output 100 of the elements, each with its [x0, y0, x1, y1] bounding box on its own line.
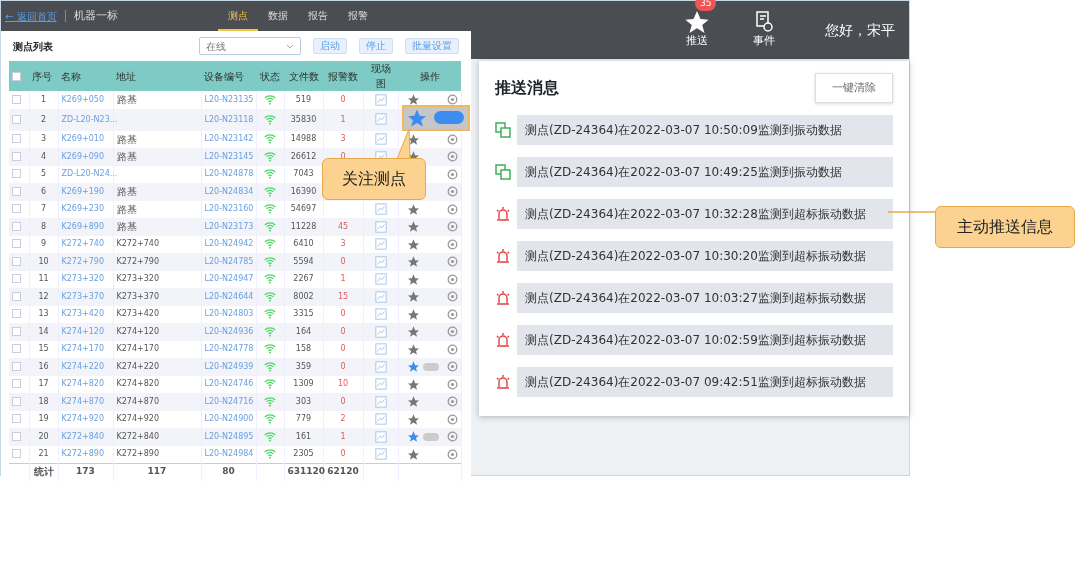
point-name-link[interactable]: K273+320: [61, 274, 104, 284]
device-id-link[interactable]: L20-N24878: [204, 169, 254, 179]
star-icon[interactable]: [407, 108, 426, 127]
settings-icon[interactable]: [446, 238, 458, 250]
row-checkbox[interactable]: [12, 309, 21, 319]
point-name-link[interactable]: K269+890: [61, 221, 104, 231]
back-link[interactable]: ← 返回首页: [5, 8, 57, 24]
image-icon[interactable]: [374, 325, 387, 338]
star-icon[interactable]: [407, 291, 419, 303]
point-name-link[interactable]: ZD-L20-N24...: [61, 169, 118, 179]
row-checkbox[interactable]: [12, 344, 21, 354]
star-icon[interactable]: [407, 343, 419, 355]
star-icon[interactable]: [407, 361, 419, 373]
nav-tab[interactable]: 测点: [217, 1, 258, 31]
device-id-link[interactable]: L20-N24936: [204, 326, 254, 336]
toolbar-button[interactable]: 批量设置: [405, 38, 459, 54]
image-icon[interactable]: [374, 308, 387, 320]
device-id-link[interactable]: L20-N24785: [204, 256, 254, 266]
image-icon[interactable]: [374, 220, 387, 233]
settings-icon[interactable]: [446, 308, 458, 320]
star-icon[interactable]: [407, 94, 419, 106]
toolbar-button[interactable]: 停止: [359, 38, 393, 54]
image-icon[interactable]: [374, 343, 387, 355]
row-checkbox[interactable]: [12, 221, 21, 231]
device-id-link[interactable]: L20-N23118: [204, 114, 254, 124]
push-message[interactable]: 测点(ZD-24364)在2022-03-07 10:50:09监测到振动数据: [517, 115, 893, 145]
settings-icon[interactable]: [446, 133, 458, 145]
point-name-link[interactable]: K274+220: [61, 361, 104, 371]
image-icon[interactable]: [374, 203, 387, 215]
point-name-link[interactable]: K273+420: [61, 309, 104, 319]
image-icon[interactable]: [374, 360, 387, 373]
toggle-switch[interactable]: [422, 362, 439, 371]
row-checkbox[interactable]: [12, 239, 21, 249]
point-name-link[interactable]: K274+820: [61, 379, 104, 389]
settings-icon[interactable]: [446, 413, 458, 425]
nav-tab[interactable]: 报告: [297, 1, 338, 31]
device-id-link[interactable]: L20-N24942: [204, 239, 254, 249]
nav-tab[interactable]: 数据: [257, 1, 298, 31]
push-message[interactable]: 测点(ZD-24364)在2022-03-07 10:49:25监测到振动数据: [517, 157, 893, 187]
settings-icon[interactable]: [446, 361, 458, 373]
row-checkbox[interactable]: [12, 274, 21, 284]
push-message[interactable]: 测点(ZD-24364)在2022-03-07 10:30:20监测到超标振动数据: [517, 241, 893, 271]
point-name-link[interactable]: ZD-L20-N23...: [61, 114, 118, 124]
toggle-switch[interactable]: [433, 111, 464, 124]
device-id-link[interactable]: L20-N23142: [204, 134, 254, 144]
clear-all-button[interactable]: 一键清除: [815, 73, 893, 103]
row-checkbox[interactable]: [12, 204, 21, 214]
topbar-action[interactable]: 推送: [679, 9, 715, 51]
image-icon[interactable]: [374, 273, 387, 285]
toolbar-button[interactable]: 启动: [313, 38, 347, 54]
image-icon[interactable]: [374, 413, 387, 425]
star-icon[interactable]: [407, 256, 419, 268]
filter-select[interactable]: 在线: [199, 37, 301, 55]
point-name-link[interactable]: K269+230: [61, 204, 104, 214]
device-id-link[interactable]: L20-N24746: [204, 379, 254, 389]
star-icon[interactable]: [407, 203, 419, 215]
row-checkbox[interactable]: [12, 379, 21, 389]
point-name-link[interactable]: K273+370: [61, 291, 104, 301]
settings-icon[interactable]: [446, 151, 458, 163]
push-message[interactable]: 测点(ZD-24364)在2022-03-07 10:03:27监测到超标振动数据: [517, 283, 893, 313]
image-icon[interactable]: [374, 113, 387, 126]
device-id-link[interactable]: L20-N24939: [204, 361, 254, 371]
device-id-link[interactable]: L20-N24716: [204, 396, 254, 406]
topbar-action[interactable]: 事件: [747, 9, 781, 51]
point-name-link[interactable]: K269+050: [61, 94, 104, 104]
star-icon[interactable]: [407, 133, 419, 145]
image-icon[interactable]: [374, 290, 387, 303]
row-checkbox[interactable]: [12, 114, 21, 124]
toggle-switch[interactable]: [422, 432, 439, 441]
image-icon[interactable]: [374, 133, 387, 145]
select-all-checkbox[interactable]: [12, 72, 21, 81]
device-id-link[interactable]: L20-N24895: [204, 431, 254, 441]
star-icon[interactable]: [407, 326, 419, 338]
image-icon[interactable]: [374, 93, 387, 106]
row-checkbox[interactable]: [12, 291, 21, 301]
push-message[interactable]: 测点(ZD-24364)在2022-03-07 09:42:51监测到超标振动数据: [517, 367, 893, 397]
image-icon[interactable]: [374, 255, 387, 268]
star-icon[interactable]: [407, 238, 419, 250]
settings-icon[interactable]: [446, 326, 458, 338]
settings-icon[interactable]: [446, 186, 458, 198]
settings-icon[interactable]: [446, 448, 458, 460]
star-icon[interactable]: [407, 413, 419, 425]
device-id-link[interactable]: L20-N23145: [204, 151, 254, 161]
point-name-link[interactable]: K269+010: [61, 134, 104, 144]
image-icon[interactable]: [374, 238, 387, 250]
image-icon[interactable]: [374, 378, 387, 390]
settings-icon[interactable]: [446, 94, 458, 106]
settings-icon[interactable]: [446, 291, 458, 303]
image-icon[interactable]: [374, 395, 387, 408]
point-name-link[interactable]: K269+090: [61, 151, 104, 161]
device-id-link[interactable]: L20-N24984: [204, 449, 254, 458]
image-icon[interactable]: [374, 447, 387, 460]
settings-icon[interactable]: [446, 396, 458, 408]
device-id-link[interactable]: L20-N23160: [204, 204, 254, 214]
settings-icon[interactable]: [446, 378, 458, 390]
point-name-link[interactable]: K272+740: [61, 239, 104, 249]
point-name-link[interactable]: K274+920: [61, 414, 104, 424]
row-checkbox[interactable]: [12, 396, 21, 406]
settings-icon[interactable]: [446, 256, 458, 268]
row-checkbox[interactable]: [12, 449, 21, 458]
